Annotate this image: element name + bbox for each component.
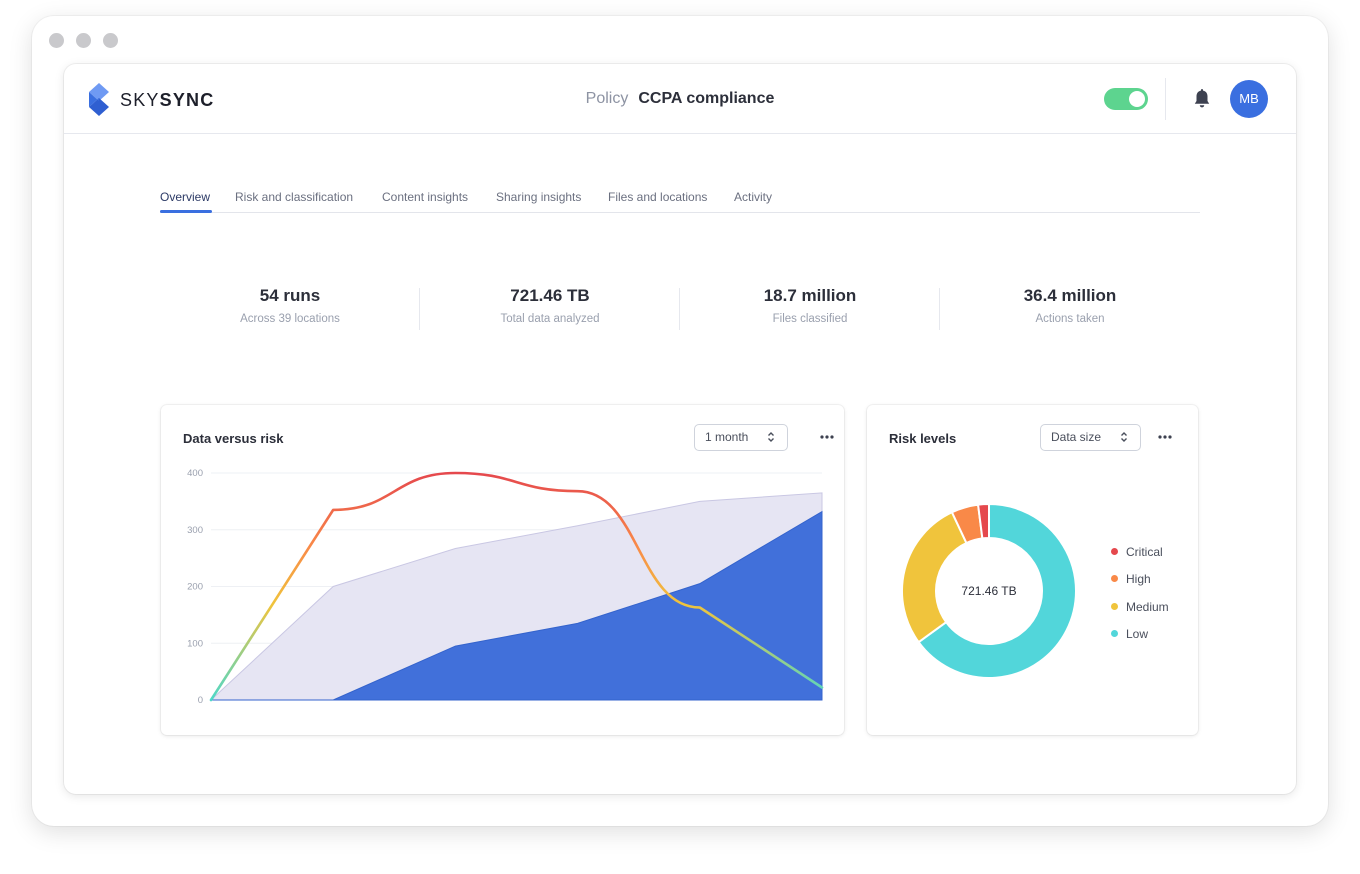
window-minimize-dot[interactable]: [76, 33, 91, 48]
stat-label: Total data analyzed: [500, 313, 600, 325]
stat-value: 721.46 TB: [510, 286, 590, 305]
more-icon[interactable]: [818, 428, 836, 446]
breadcrumb-section[interactable]: Policy: [586, 90, 629, 107]
active-tab-indicator: [160, 210, 212, 213]
toggle-knob: [1129, 91, 1145, 107]
stat-value: 36.4 million: [1023, 286, 1117, 305]
more-icon[interactable]: [1156, 428, 1174, 446]
legend-medium: Medium: [1111, 600, 1169, 614]
y-tick-label: 300: [187, 525, 203, 536]
data-versus-risk-card: Data versus risk 1 month 400 300 200 100…: [161, 405, 844, 735]
data-versus-risk-chart: 400 300 200 100 0: [187, 468, 824, 706]
tab-bar: Overview Risk and classification Content…: [160, 190, 1200, 213]
policy-enabled-toggle[interactable]: [1104, 88, 1148, 110]
legend-label: Medium: [1126, 600, 1169, 614]
page-title: CCPA compliance: [638, 90, 775, 107]
stat-label: Files classified: [772, 313, 848, 325]
tab-activity[interactable]: Activity: [734, 190, 772, 204]
donut-center-label: 721.46 TB: [961, 584, 1016, 598]
stats-row: 54 runs Across 39 locations 721.46 TB To…: [160, 286, 1200, 330]
window-maximize-dot[interactable]: [103, 33, 118, 48]
tab-overview[interactable]: Overview: [160, 190, 210, 204]
legend-label: High: [1126, 572, 1151, 586]
legend-label: Critical: [1126, 545, 1163, 559]
card-title: Risk levels: [889, 431, 957, 446]
y-tick-label: 0: [198, 695, 203, 706]
legend-dot: [1111, 548, 1118, 555]
card-title: Data versus risk: [183, 431, 284, 446]
legend-critical: Critical: [1111, 545, 1163, 559]
app-frame: SKYSYNC Policy CCPA compliance MB Overvie…: [64, 64, 1296, 794]
stat-label: Actions taken: [1035, 313, 1105, 325]
stat-value: 54 runs: [259, 286, 321, 305]
stat-runs: 54 runs Across 39 locations: [160, 286, 420, 325]
top-bar: SKYSYNC Policy CCPA compliance MB: [64, 64, 1296, 134]
legend-label: Low: [1126, 627, 1149, 641]
period-select[interactable]: 1 month: [694, 424, 788, 451]
legend-dot: [1111, 603, 1118, 610]
legend-high: High: [1111, 572, 1151, 586]
risk-levels-donut: 721.46 TB: [901, 502, 1077, 679]
stat-files-classified: 18.7 million Files classified: [680, 286, 940, 325]
risk-levels-card: Risk levels Data size 721.46 TB Critical…: [867, 405, 1198, 735]
legend-low: Low: [1111, 627, 1148, 641]
window-close-dot[interactable]: [49, 33, 64, 48]
chevron-updown-icon: [1121, 432, 1127, 442]
legend-dot: [1111, 630, 1118, 637]
tab-sharing-insights[interactable]: Sharing insights: [496, 190, 581, 204]
stat-value: 18.7 million: [763, 286, 857, 305]
chevron-updown-icon: [768, 432, 774, 442]
stat-data-analyzed: 721.46 TB Total data analyzed: [420, 286, 680, 325]
header-divider: [1165, 78, 1166, 120]
tab-files-and-locations[interactable]: Files and locations: [608, 190, 707, 204]
donut-slice-medium: [901, 510, 968, 644]
y-tick-label: 400: [187, 468, 203, 479]
stat-actions-taken: 36.4 million Actions taken: [940, 286, 1200, 325]
metric-select[interactable]: Data size: [1040, 424, 1141, 451]
avatar[interactable]: MB: [1230, 80, 1268, 118]
period-select-value: 1 month: [705, 430, 749, 444]
stat-label: Across 39 locations: [240, 313, 340, 325]
tab-content-insights[interactable]: Content insights: [382, 190, 468, 204]
legend-dot: [1111, 575, 1118, 582]
y-tick-label: 100: [187, 638, 203, 649]
y-tick-label: 200: [187, 582, 203, 593]
bell-icon[interactable]: [1192, 88, 1212, 110]
browser-window: SKYSYNC Policy CCPA compliance MB Overvie…: [32, 16, 1328, 826]
metric-select-value: Data size: [1051, 430, 1102, 444]
tab-risk-and-classification[interactable]: Risk and classification: [235, 190, 353, 204]
